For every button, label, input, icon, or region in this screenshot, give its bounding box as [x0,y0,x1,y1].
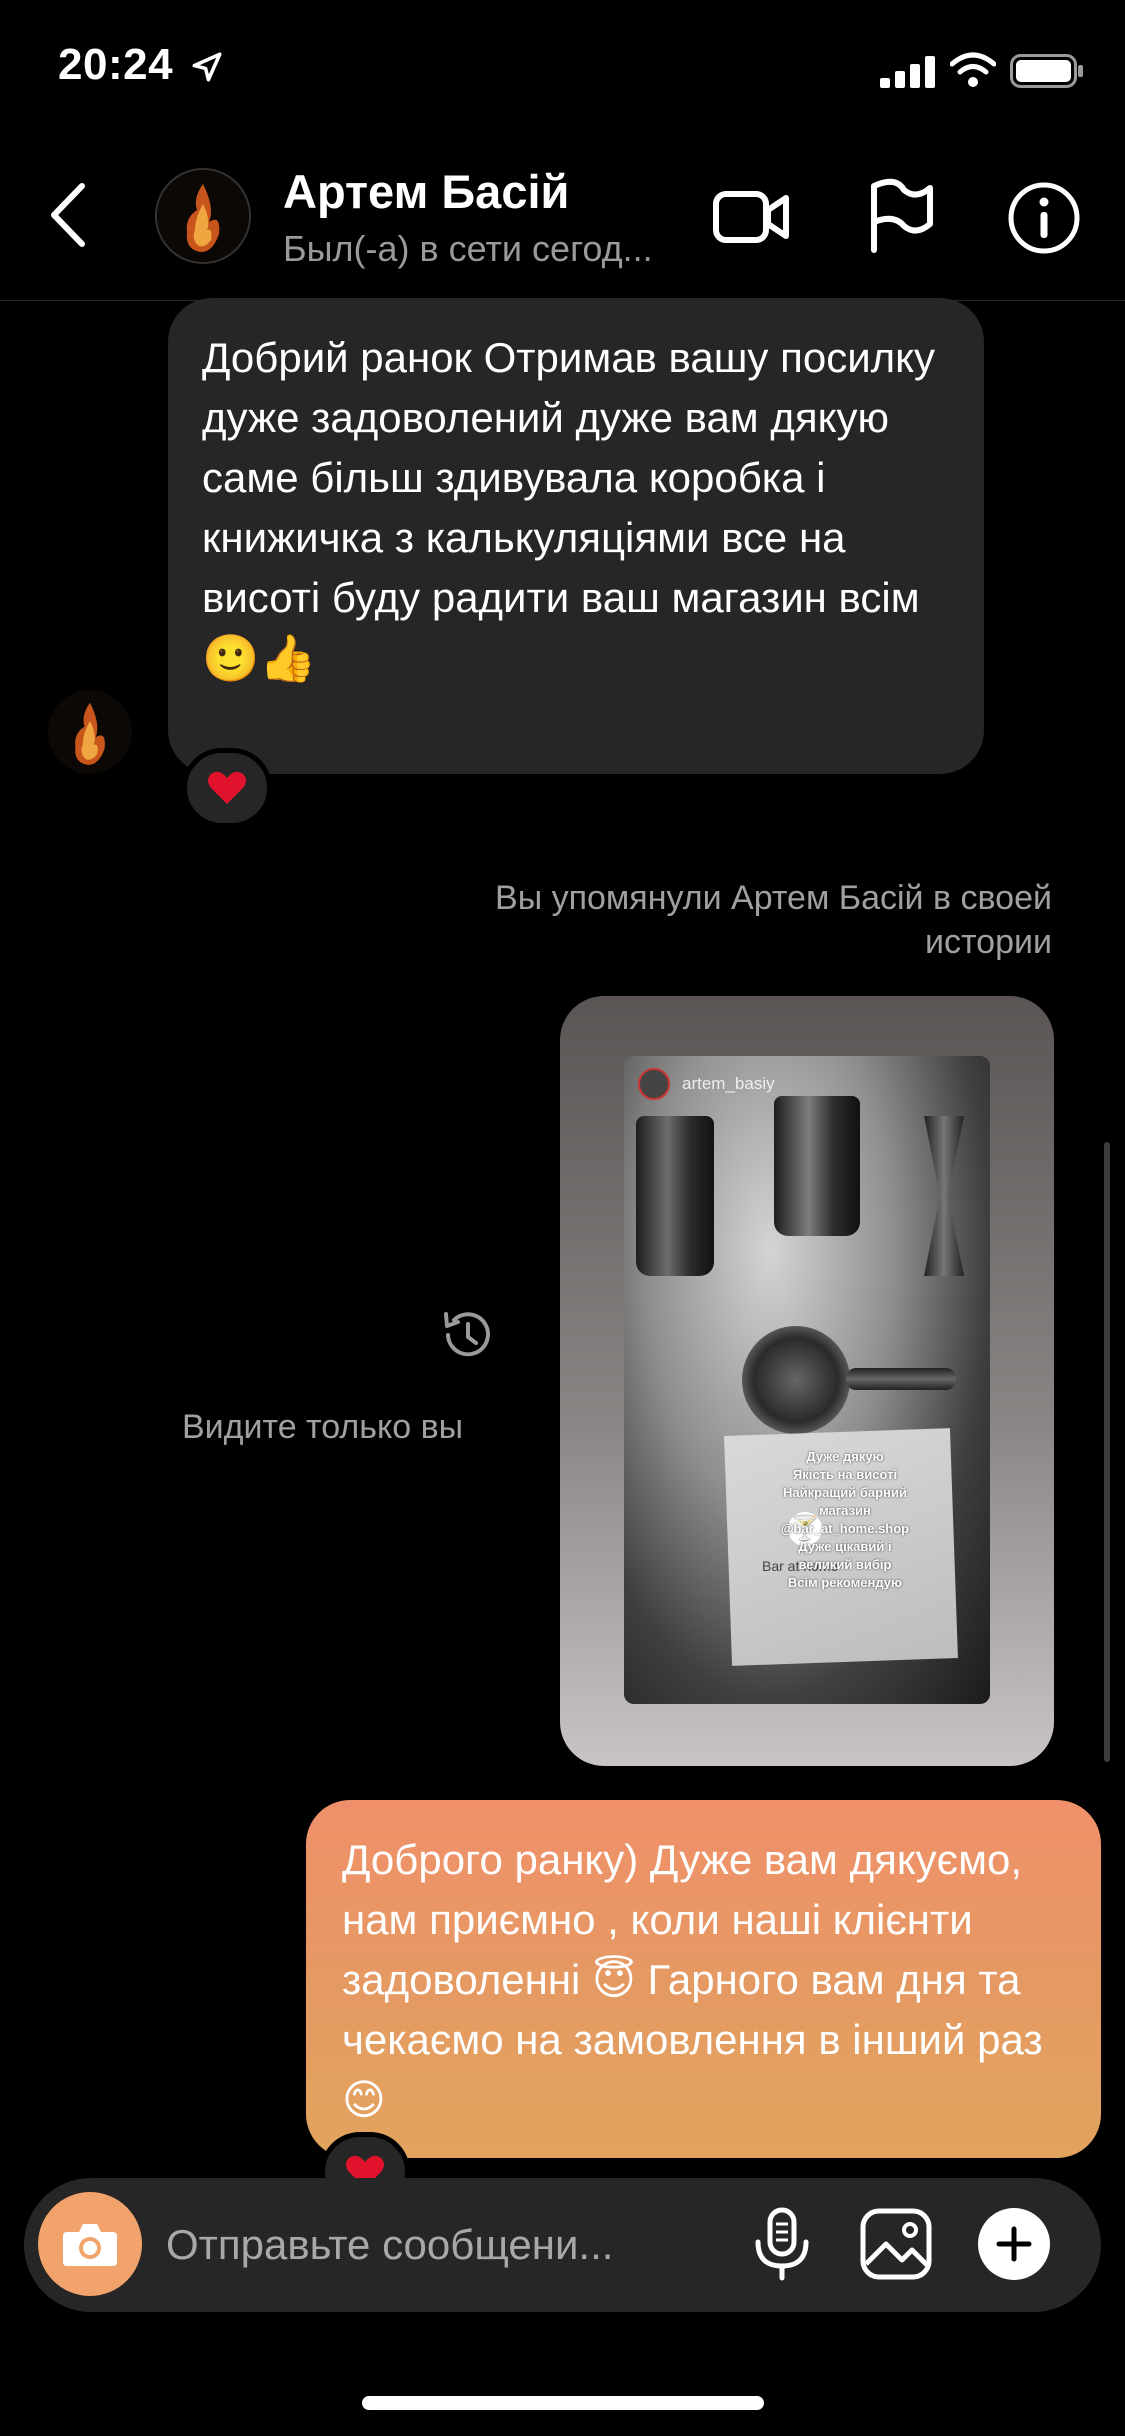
story-caption: Дуже дякую Якість на висоті Найкращий ба… [750,1448,940,1592]
story-caption-line: Найкращий барний [783,1485,907,1500]
story-caption-line: Дуже дякую [806,1449,884,1464]
plus-icon [996,2226,1032,2262]
message-input[interactable] [166,2212,726,2278]
contact-status: Был(-а) в сети сегод... [283,228,653,269]
incoming-message-bubble[interactable]: Добрий ранок Отримав вашу посилку дуже з… [168,298,984,774]
incoming-reaction-badge[interactable] [182,748,272,828]
gallery-icon[interactable] [858,2206,934,2282]
location-arrow-icon [192,52,222,82]
camera-button[interactable] [38,2192,142,2296]
sender-avatar[interactable] [48,690,132,774]
heart-reaction-icon [208,771,246,804]
contact-avatar[interactable] [155,168,251,264]
story-mention-card[interactable]: artem_basiy 🍸 Bar at home Дуже дякую Які… [560,996,1054,1766]
story-image: artem_basiy 🍸 Bar at home Дуже дякую Які… [624,1056,990,1704]
incoming-message-emoji: 🙂👍 [202,632,317,684]
flag-icon[interactable] [866,178,936,254]
scrollbar[interactable] [1104,1142,1110,1762]
story-caption-line: Якість на висоті [792,1467,898,1482]
story-caption-line: @bar_at_home.shop [780,1521,910,1536]
microphone-icon[interactable] [750,2206,814,2282]
outgoing-message-bubble[interactable]: Доброго ранку) Дуже вам дякуємо, нам при… [306,1800,1101,2158]
status-time: 20:24 [58,40,174,89]
contact-name[interactable]: Артем Басій [283,164,569,219]
visibility-note: Видите только вы [182,1408,464,1446]
story-caption-line: Всім рекомендую [787,1575,903,1590]
story-caption-line: великий вибір [798,1557,892,1572]
story-caption-line: магазин [819,1503,871,1518]
story-caption-line: Дуже цікавий і [798,1539,892,1554]
outgoing-message-text: Доброго ранку) Дуже вам дякуємо, нам при… [342,1836,1043,2123]
shaker-tin-image [636,1116,714,1276]
history-icon [444,1312,490,1357]
signal-icon [880,56,935,88]
strainer-image [742,1326,850,1434]
story-user-avatar [638,1068,670,1100]
home-indicator[interactable] [362,2396,764,2410]
story-mention-note: Вы упомянули Артем Басій в своей истории [495,879,1052,961]
story-username: artem_basiy [682,1074,775,1093]
add-button[interactable] [978,2208,1050,2280]
jigger-image [924,1116,964,1276]
strainer-handle-image [846,1368,956,1390]
info-icon[interactable] [1006,180,1082,256]
back-chevron-icon[interactable] [44,180,94,250]
wifi-icon [950,52,996,87]
battery-icon [1010,54,1083,88]
incoming-message-text: Добрий ранок Отримав вашу посилку дуже з… [202,334,936,621]
shaker-tin-image [774,1096,860,1236]
video-call-icon[interactable] [712,182,792,252]
camera-icon [63,2224,117,2266]
